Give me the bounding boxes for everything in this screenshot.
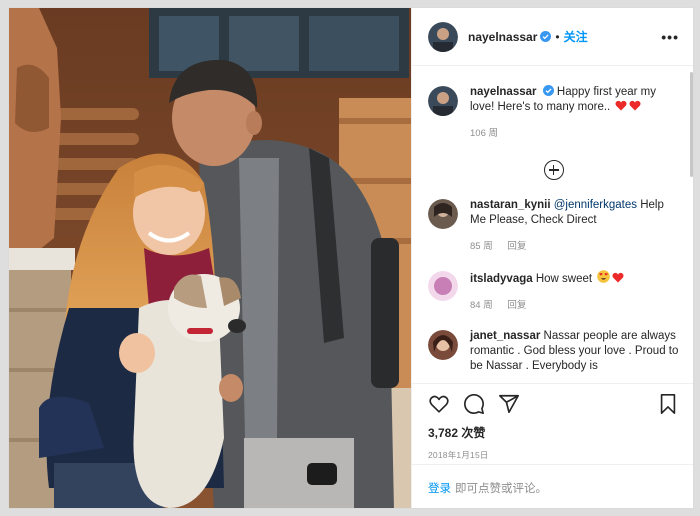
heart-emoji-icon [612, 272, 624, 283]
post-date[interactable]: 2018年1月15日 [428, 449, 679, 461]
author-username[interactable]: nayelnassar [468, 30, 537, 44]
comment-mention[interactable]: @jenniferkgates [554, 199, 637, 211]
commenter-avatar[interactable] [428, 271, 458, 301]
login-bar: 登录 即可点赞或评论。 [412, 464, 693, 508]
login-link[interactable]: 登录 [428, 480, 451, 496]
heart-emoji-icon [615, 100, 627, 111]
comment-text: How sweet [535, 273, 593, 285]
login-prompt-text: 即可点赞或评论。 [455, 482, 547, 495]
commenter-avatar[interactable] [428, 330, 458, 360]
verified-badge-icon [542, 85, 554, 96]
likes-count[interactable]: 3,782 次赞 [428, 424, 679, 441]
comments-scrollbar[interactable] [690, 72, 693, 177]
comment-time[interactable]: 85 周 [470, 241, 493, 252]
heart-emoji-icon [629, 100, 641, 111]
comment-item: janet_nassar Nassar people are always ro… [428, 313, 679, 374]
caption-username[interactable]: nayelnassar [470, 86, 537, 98]
post-actions: 3,782 次赞 2018年1月15日 [412, 383, 693, 461]
heart-eyes-emoji-icon [597, 270, 611, 283]
post-card: nayelnassar • 关注 ••• nayelnassar Happy f… [8, 7, 694, 509]
header-separator: • [555, 29, 560, 44]
caption-time[interactable]: 106 周 [470, 128, 498, 139]
comment-username[interactable]: janet_nassar [470, 330, 540, 342]
commenter-avatar[interactable] [428, 199, 458, 229]
verified-badge-icon [540, 31, 552, 42]
author-avatar[interactable] [428, 21, 458, 52]
caption-avatar[interactable] [428, 86, 458, 116]
comment-time[interactable]: 84 周 [470, 300, 493, 311]
like-heart-icon[interactable] [428, 393, 450, 415]
caption: nayelnassar Happy first year my love! He… [428, 67, 679, 141]
comment-username[interactable]: nastaran_kynii [470, 199, 551, 211]
reply-button[interactable]: 回复 [507, 241, 526, 252]
comment-item: itsladyvaga How sweet 84 周 回复 [428, 254, 679, 313]
post-header: nayelnassar • 关注 ••• [412, 8, 693, 66]
post-photo[interactable] [9, 8, 411, 508]
load-more-comments-icon[interactable] [543, 160, 564, 180]
follow-button[interactable]: 关注 [564, 28, 588, 45]
post-side-panel: nayelnassar • 关注 ••• nayelnassar Happy f… [411, 8, 693, 508]
comment-username[interactable]: itsladyvaga [470, 273, 533, 285]
comment-item: nastaran_kynii @jenniferkgates Help Me P… [428, 184, 679, 254]
bookmark-icon[interactable] [657, 393, 679, 415]
reply-button[interactable]: 回复 [507, 300, 526, 311]
comments-list[interactable]: nayelnassar Happy first year my love! He… [412, 67, 693, 383]
share-send-icon[interactable] [498, 393, 520, 415]
comment-bubble-icon[interactable] [463, 393, 485, 415]
more-options-icon[interactable]: ••• [661, 29, 679, 45]
